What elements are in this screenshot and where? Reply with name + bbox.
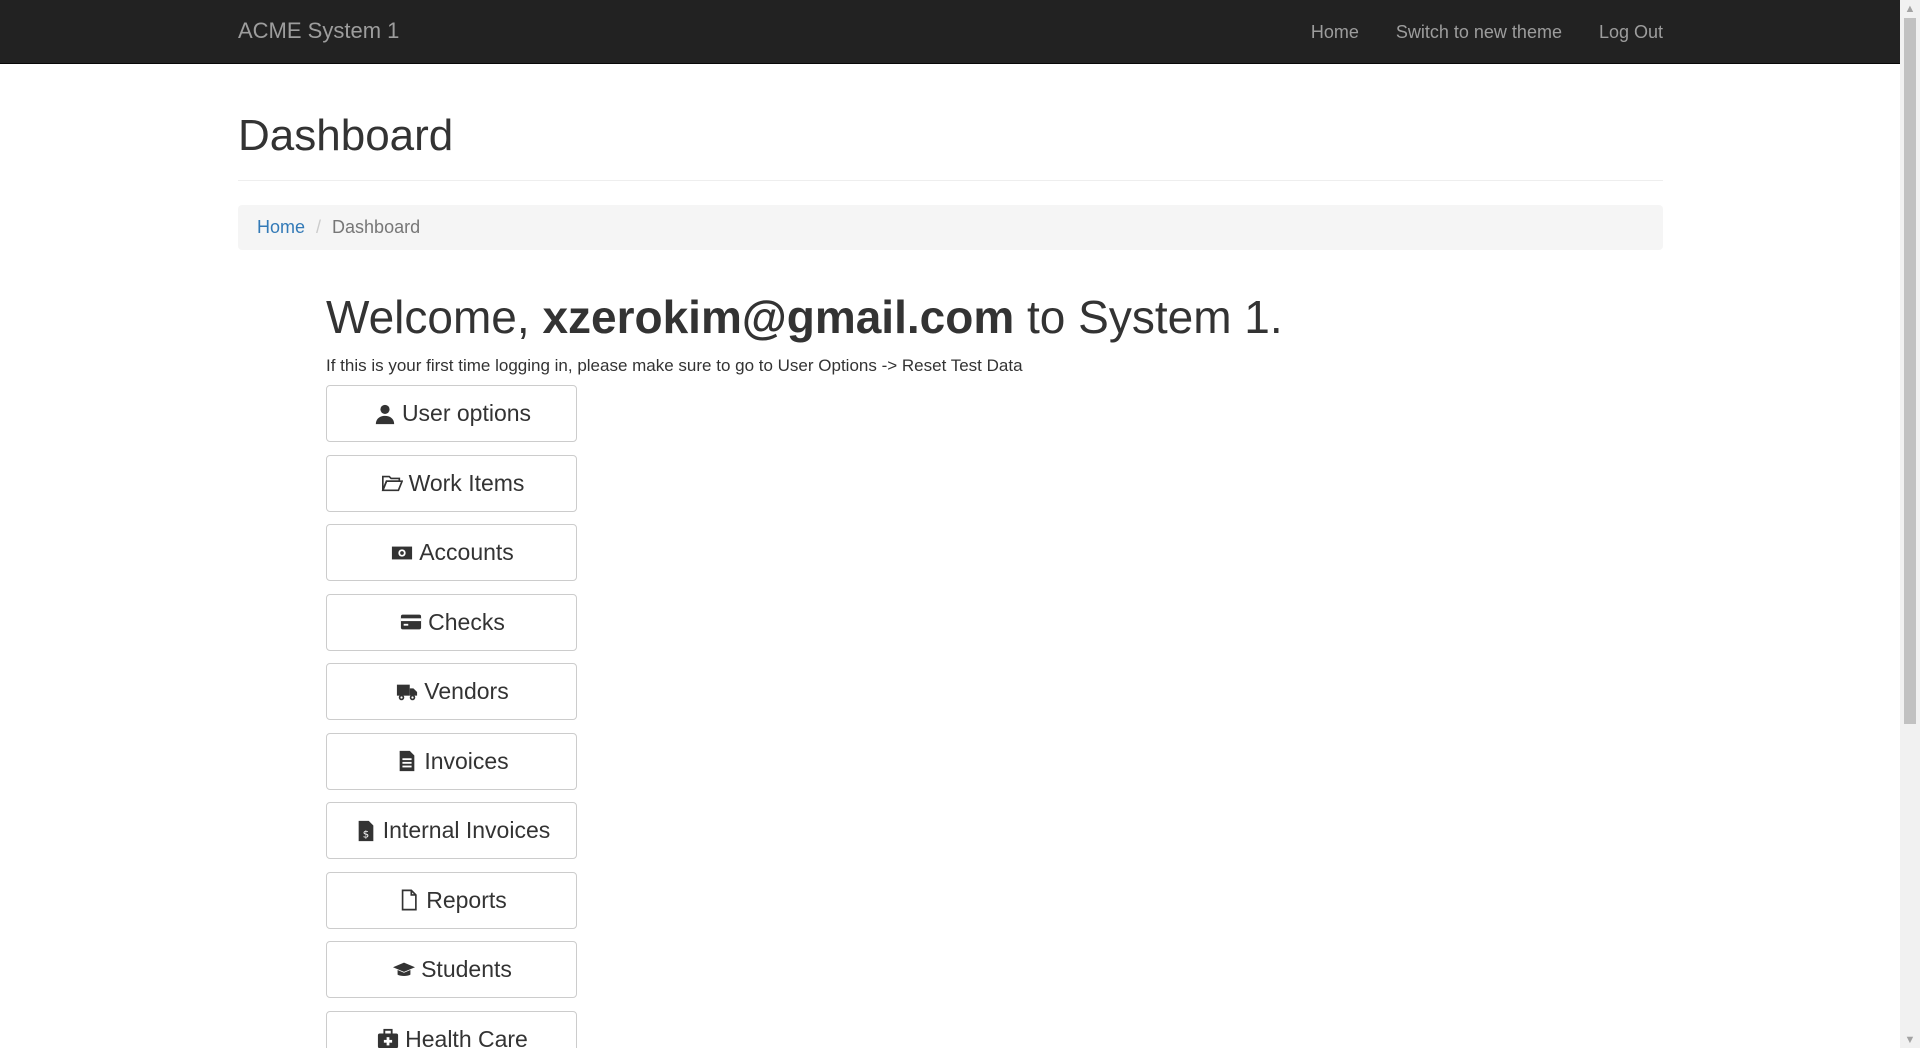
button-label: Health Care (405, 1025, 528, 1048)
user-options-button[interactable]: User options (326, 385, 577, 442)
vertical-scrollbar[interactable]: ▲ ▼ (1900, 0, 1920, 1048)
button-label: Vendors (424, 678, 509, 704)
accounts-button[interactable]: Accounts (326, 524, 577, 581)
welcome-prefix: Welcome, (326, 291, 530, 343)
button-label: Work Items (408, 469, 525, 496)
button-label: User options (401, 400, 532, 426)
breadcrumb: Home / Dashboard (238, 205, 1663, 250)
file-text-icon (394, 748, 420, 774)
file-icon (396, 887, 422, 913)
truck-icon (394, 679, 420, 705)
work-items-button[interactable]: Work Items (326, 454, 577, 512)
welcome-user: xzerokim@gmail.com (542, 291, 1015, 343)
students-button[interactable]: Students (326, 941, 577, 998)
health-care-button[interactable]: Health Care (326, 1010, 577, 1048)
nav-home-link[interactable]: Home (1311, 22, 1359, 43)
dashboard-content: Welcome, xzerokim@gmail.com to System 1.… (326, 294, 1526, 1048)
graduation-cap-icon (391, 957, 417, 983)
dashboard-button-list: User options Work Items Accounts Checks … (326, 385, 1526, 1048)
nav-switch-theme-link[interactable]: Switch to new theme (1396, 22, 1562, 43)
button-label: Checks (428, 608, 505, 635)
breadcrumb-separator: / (316, 217, 322, 237)
nav-links: Home Switch to new theme Log Out (1274, 0, 1663, 64)
svg-text:$: $ (363, 829, 369, 840)
vendors-button[interactable]: Vendors (326, 663, 577, 720)
user-icon (372, 401, 398, 427)
button-label: Students (421, 956, 512, 982)
browser-viewport: ACME System 1 Home Switch to new theme L… (0, 0, 1920, 1048)
file-invoice-dollar-icon: $ (353, 818, 379, 844)
welcome-heading: Welcome, xzerokim@gmail.com to System 1. (326, 294, 1526, 340)
welcome-suffix: to System 1. (1027, 291, 1283, 343)
nav-logout-link[interactable]: Log Out (1599, 22, 1663, 43)
medkit-icon (375, 1026, 401, 1048)
button-label: Internal Invoices (382, 817, 551, 843)
folder-open-icon (379, 470, 405, 496)
invoices-button[interactable]: Invoices (326, 732, 577, 790)
page-title: Dashboard (238, 111, 454, 160)
main-container: Dashboard Home / Dashboard (238, 64, 1663, 250)
breadcrumb-current: Dashboard (332, 217, 421, 237)
button-label: Accounts (419, 539, 514, 565)
first-login-info: If this is your first time logging in, p… (326, 356, 1023, 375)
checks-button[interactable]: Checks (326, 593, 577, 651)
button-label: Invoices (424, 747, 509, 774)
internal-invoices-button[interactable]: $ Internal Invoices (326, 802, 577, 859)
reports-button[interactable]: Reports (326, 871, 577, 929)
scroll-down-arrow-icon[interactable]: ▼ (1900, 1031, 1920, 1048)
credit-card-icon (398, 609, 424, 635)
breadcrumb-home-link[interactable]: Home (257, 217, 305, 238)
money-icon (389, 540, 415, 566)
scroll-up-arrow-icon[interactable]: ▲ (1900, 0, 1920, 17)
scrollbar-thumb[interactable] (1904, 18, 1916, 724)
button-label: Reports (426, 886, 507, 913)
brand-link[interactable]: ACME System 1 (238, 18, 399, 44)
page-header: Dashboard (238, 114, 1663, 181)
top-navbar: ACME System 1 Home Switch to new theme L… (0, 0, 1900, 64)
